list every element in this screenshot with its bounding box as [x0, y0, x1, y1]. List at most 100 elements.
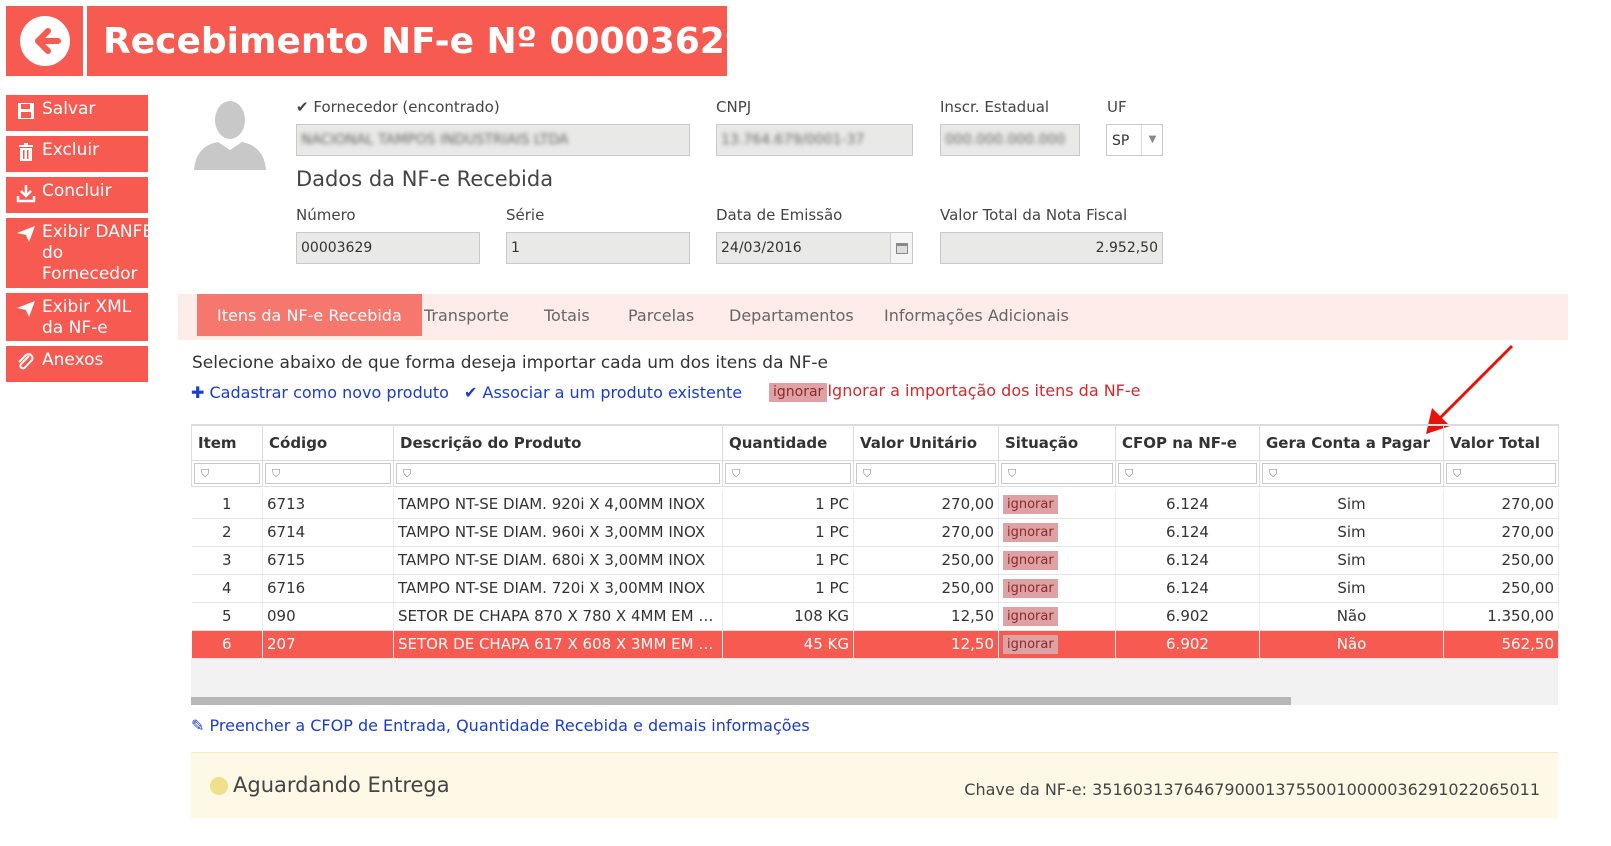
paperclip-icon — [18, 353, 34, 370]
new-product-link[interactable]: ✚ Cadastrar como novo produto — [191, 383, 449, 402]
cnpj-value: 13.764.679/0001-37 — [721, 132, 865, 148]
filter-icon[interactable]: ⛉ — [1262, 462, 1441, 484]
cell-unit-value: 12,50 — [853, 602, 999, 631]
col-header-unit-value[interactable]: Valor Unitário — [853, 424, 999, 461]
table-row[interactable]: 2 6714 TAMPO NT-SE DIAM. 960i X 3,00MM I… — [191, 518, 1559, 547]
supplier-value: NACIONAL TAMPOS INDUSTRIAIS LTDA — [301, 132, 569, 148]
date-field[interactable]: 24/03/2016 — [716, 232, 913, 264]
number-field[interactable]: 00003629 — [296, 232, 480, 264]
cell-code: 6713 — [262, 490, 394, 519]
filter-icon[interactable]: ⛉ — [396, 462, 720, 484]
save-button[interactable]: Salvar — [6, 95, 148, 131]
chevron-down-icon[interactable]: ▼ — [1141, 125, 1163, 155]
tab-installments[interactable]: Parcelas — [628, 294, 694, 336]
cell-cfop: 6.124 — [1115, 546, 1260, 575]
tab-departments[interactable]: Departamentos — [729, 294, 854, 336]
cell-description: SETOR DE CHAPA 617 X 608 X 3MM EM AO... — [393, 630, 723, 659]
horizontal-scrollbar[interactable] — [191, 697, 1291, 705]
table-row[interactable]: 5 090 SETOR DE CHAPA 870 X 780 X 4MM EM … — [191, 602, 1559, 631]
col-header-item[interactable]: Item — [191, 424, 263, 461]
ie-field[interactable]: 000.000.000.000 — [940, 124, 1080, 156]
ignore-badge[interactable]: ignorar — [1003, 523, 1058, 542]
ignore-badge[interactable]: ignorar — [1003, 579, 1058, 598]
ignore-badge[interactable]: ignorar — [1003, 494, 1058, 514]
tab-items[interactable]: Itens da NF-e Recebida — [197, 294, 422, 336]
supplier-label-row: ✔ Fornecedor (encontrado) — [296, 98, 500, 116]
filter-icon[interactable]: ⛉ — [194, 462, 260, 484]
finish-button[interactable]: Concluir — [6, 177, 148, 213]
cell-cfop: 6.902 — [1115, 602, 1260, 631]
nfe-key: Chave da NF-e: 3516031376467900013755001… — [964, 780, 1540, 799]
cell-code: 090 — [262, 602, 394, 631]
table-row[interactable]: 1 6713 TAMPO NT-SE DIAM. 920i X 4,00MM I… — [191, 490, 1559, 519]
delete-button[interactable]: Excluir — [6, 136, 148, 172]
associate-link[interactable]: ✔ Associar a um produto existente — [464, 383, 742, 402]
col-header-description[interactable]: Descrição do Produto — [393, 424, 723, 461]
total-label: Valor Total da Nota Fiscal — [940, 206, 1128, 224]
cell-cfop: 6.124 — [1115, 490, 1260, 519]
cell-unit-value: 250,00 — [853, 546, 999, 575]
xml-label-2: da NF-e — [42, 318, 108, 338]
series-label: Série — [506, 206, 545, 224]
ignore-badge[interactable]: ignorar — [1003, 607, 1058, 626]
page-title: Recebimento NF-e Nº 00003629 — [87, 6, 750, 76]
ignore-all-label: Ignorar a importação dos itens da NF-e — [827, 381, 1141, 400]
show-danfe-button[interactable]: Exibir DANFE do Fornecedor — [6, 218, 153, 288]
col-header-quantity[interactable]: Quantidade — [722, 424, 854, 461]
delete-label: Excluir — [42, 140, 100, 160]
cell-generates-payable: Sim — [1259, 546, 1444, 575]
xml-label-1: Exibir XML — [42, 297, 132, 317]
filter-icon[interactable]: ⛉ — [1001, 462, 1113, 484]
attachments-button[interactable]: Anexos — [6, 346, 148, 382]
col-header-generates-payable[interactable]: Gera Conta a Pagar — [1259, 424, 1444, 461]
series-field[interactable]: 1 — [506, 232, 690, 264]
calendar-icon[interactable] — [890, 233, 912, 263]
cell-description: TAMPO NT-SE DIAM. 920i X 4,00MM INOX — [393, 490, 723, 519]
send-icon — [17, 301, 35, 317]
instructions-text: Selecione abaixo de que forma deseja imp… — [192, 353, 828, 373]
plus-icon: ✚ — [191, 383, 205, 402]
col-header-cfop[interactable]: CFOP na NF-e — [1115, 424, 1260, 461]
fill-info-link[interactable]: ✎ Preencher a CFOP de Entrada, Quantidad… — [191, 716, 810, 735]
uf-select[interactable]: SP ▼ — [1106, 124, 1163, 156]
table-row-selected[interactable]: 6 207 SETOR DE CHAPA 617 X 608 X 3MM EM … — [191, 630, 1559, 659]
trash-icon — [19, 143, 33, 161]
cell-cfop: 6.124 — [1115, 518, 1260, 547]
filter-icon[interactable]: ⛉ — [265, 462, 391, 484]
ignore-badge[interactable]: ignorar — [1003, 551, 1058, 570]
filter-icon[interactable]: ⛉ — [725, 462, 851, 484]
ignore-all-link[interactable]: ignorar Ignorar a importação dos itens da… — [769, 381, 1141, 402]
associate-label: Associar a um produto existente — [482, 383, 743, 402]
col-header-total-value[interactable]: Valor Total — [1443, 424, 1559, 461]
uf-value: SP — [1112, 133, 1130, 149]
filter-icon[interactable]: ⛉ — [1118, 462, 1257, 484]
col-header-status[interactable]: Situação — [998, 424, 1116, 461]
table-row[interactable]: 4 6716 TAMPO NT-SE DIAM. 720i X 3,00MM I… — [191, 574, 1559, 603]
total-field[interactable]: 2.952,50 — [940, 232, 1163, 264]
send-icon — [17, 226, 35, 242]
cell-item: 4 — [191, 574, 263, 603]
tab-additional-info[interactable]: Informações Adicionais — [884, 294, 1069, 336]
show-xml-button[interactable]: Exibir XML da NF-e — [6, 293, 148, 341]
supplier-label: Fornecedor (encontrado) — [313, 98, 500, 116]
cell-description: TAMPO NT-SE DIAM. 680i X 3,00MM INOX — [393, 546, 723, 575]
tab-transport[interactable]: Transporte — [424, 294, 509, 336]
col-header-code[interactable]: Código — [262, 424, 394, 461]
grid-header-row: Item Código Descrição do Produto Quantid… — [191, 424, 1559, 461]
filter-icon[interactable]: ⛉ — [856, 462, 996, 484]
cell-quantity: 1 PC — [722, 574, 854, 603]
cnpj-field[interactable]: 13.764.679/0001-37 — [716, 124, 913, 156]
danfe-label-3: Fornecedor — [42, 264, 138, 284]
cell-description: SETOR DE CHAPA 870 X 780 X 4MM EM AO... — [393, 602, 723, 631]
attachments-label: Anexos — [42, 350, 104, 370]
supplier-field[interactable]: NACIONAL TAMPOS INDUSTRIAIS LTDA — [296, 124, 690, 156]
filter-icon[interactable]: ⛉ — [1446, 462, 1556, 484]
table-row[interactable]: 3 6715 TAMPO NT-SE DIAM. 680i X 3,00MM I… — [191, 546, 1559, 575]
cell-total-value: 562,50 — [1443, 630, 1559, 659]
cell-generates-payable: Sim — [1259, 518, 1444, 547]
back-button[interactable] — [6, 6, 83, 76]
tab-totals[interactable]: Totais — [544, 294, 590, 336]
ignore-badge[interactable]: ignorar — [1003, 635, 1058, 654]
cell-quantity: 1 PC — [722, 546, 854, 575]
danfe-label-2: do — [42, 243, 64, 263]
